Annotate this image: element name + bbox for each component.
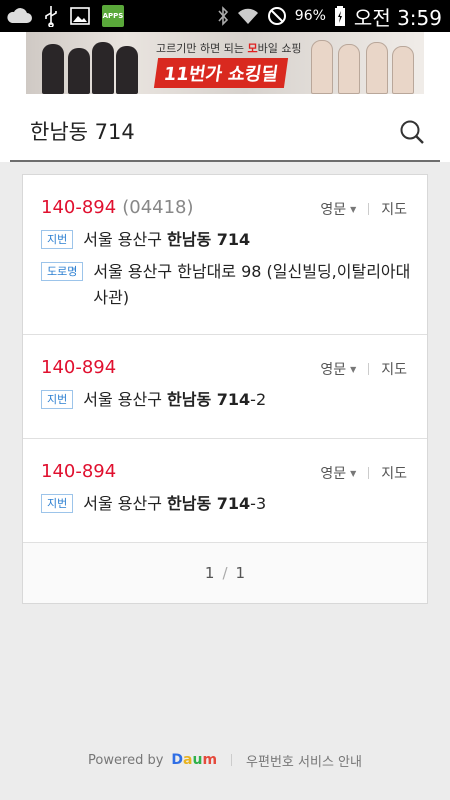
jibun-address: 서울 용산구 한남동 714-3 [83,494,267,513]
ad-figure [392,46,414,94]
map-button[interactable]: 지도 [381,463,407,483]
english-address-button[interactable]: 영문 ▼ [320,463,356,483]
jibun-address-row[interactable]: 지번 서울 용산구 한남동 714-3 [41,491,413,517]
jibun-badge: 지번 [41,390,74,409]
service-info-link[interactable]: 우편번호 서비스 안내 [246,751,362,770]
caret-down-icon: ▼ [350,204,357,214]
jibun-badge: 지번 [41,230,74,249]
ad-tagline: 고르기만 하면 되는 모바일 쇼핑 [156,42,302,55]
caret-down-icon: ▼ [350,364,357,374]
clock: 오전 3:59 [353,5,442,30]
caret-down-icon: ▼ [350,468,357,478]
gallery-icon [70,4,90,28]
map-button[interactable]: 지도 [381,199,407,219]
battery-percent: 96% [294,8,326,24]
status-bar: APPS 96% 오전 3:59 [0,0,450,32]
daum-logo[interactable]: Daum [171,752,217,768]
ad-title: 11번가 쇼킹딜 [153,58,289,88]
jibun-address-row[interactable]: 지번 서울 용산구 한남동 714-2 [41,387,413,413]
ad-figure [366,42,388,94]
jibun-badge: 지번 [41,494,74,513]
english-address-button[interactable]: 영문 ▼ [320,359,356,379]
ad-figure [311,40,333,94]
jibun-address: 서울 용산구 한남동 714 [83,230,251,249]
powered-by-label: Powered by [88,752,164,768]
new-zip-code: (04418) [122,197,194,218]
footer-divider [231,754,233,766]
result-actions: 영문 ▼ 지도 [320,199,407,219]
jibun-address: 서울 용산구 한남동 714-2 [83,390,267,409]
pagination-separator: / [222,564,228,582]
bluetooth-icon [217,4,229,28]
result-item[interactable]: 140-894 영문 ▼ 지도 지번 서울 용산구 한남동 714-2 [23,335,427,439]
results-card: 140-894 (04418) 영문 ▼ 지도 지번 서울 용산구 한남동 714 … [22,174,428,604]
divider [368,363,370,375]
ad-figure [68,48,90,94]
ad-figure [116,46,138,94]
wifi-icon [237,4,259,28]
search-query[interactable]: 한남동 714 [30,116,135,146]
usb-icon [44,4,58,28]
result-actions: 영문 ▼ 지도 [320,359,407,379]
apps-icon: APPS [102,5,124,27]
ad-banner-image[interactable]: 고르기만 하면 되는 모바일 쇼핑 11번가 쇼킹딜 [26,32,424,94]
footer: Powered by Daum 우편번호 서비스 안내 [0,745,450,775]
zip-code[interactable]: 140-894 [41,357,116,378]
result-item[interactable]: 140-894 영문 ▼ 지도 지번 서울 용산구 한남동 714-3 [23,439,427,543]
road-address-row[interactable]: 도로명 서울 용산구 한남대로 98 (일신빌딩,이탈리아대사관) [41,259,413,311]
divider [368,467,370,479]
do-not-disturb-icon [267,4,287,28]
pagination: 1 / 1 [23,543,427,603]
ad-banner[interactable]: 고르기만 하면 되는 모바일 쇼핑 11번가 쇼킹딜 [0,32,450,94]
map-button[interactable]: 지도 [381,359,407,379]
jibun-address-row[interactable]: 지번 서울 용산구 한남동 714 [41,227,413,253]
zip-code[interactable]: 140-894 [41,461,116,482]
ad-figure [42,44,64,94]
divider [368,203,370,215]
current-page: 1 [204,564,215,582]
english-address-button[interactable]: 영문 ▼ [320,199,356,219]
road-address: 서울 용산구 한남대로 98 (일신빌딩,이탈리아대사관) [93,262,411,307]
result-item[interactable]: 140-894 (04418) 영문 ▼ 지도 지번 서울 용산구 한남동 714 … [23,175,427,335]
road-badge: 도로명 [41,262,84,281]
cloud-icon [6,4,32,28]
ad-figure [92,42,114,94]
total-pages: 1 [235,564,246,582]
search-underline [10,160,440,162]
ad-figure [338,44,360,94]
battery-icon [334,4,346,28]
result-actions: 영문 ▼ 지도 [320,463,407,483]
search-bar: 한남동 714 [0,94,450,162]
search-icon[interactable] [398,118,426,150]
zip-code[interactable]: 140-894 (04418) [41,197,194,218]
